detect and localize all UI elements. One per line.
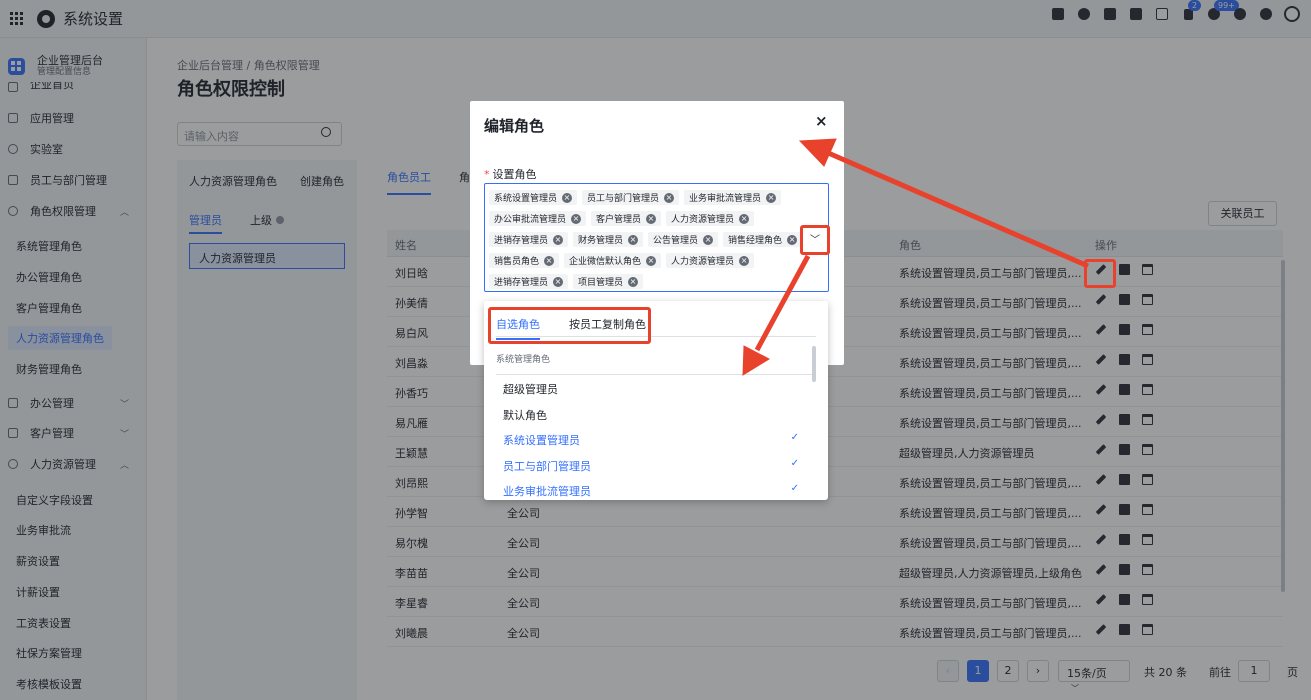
modal-title: 编辑角色 <box>484 117 545 135</box>
role-tag-label: 业务审批流管理员 <box>689 194 762 204</box>
required-mark: * <box>484 168 490 181</box>
option-group-label: 系统管理角色 <box>496 355 551 365</box>
role-tag-label: 进销存管理员 <box>494 236 549 246</box>
remove-tag-icon[interactable]: × <box>703 234 714 245</box>
role-tag-label: 销售员角色 <box>494 257 540 267</box>
role-tag-label: 进销存管理员 <box>494 278 549 288</box>
role-tag: 系统设置管理员 × <box>489 190 578 205</box>
remove-tag-icon[interactable]: × <box>553 276 564 287</box>
role-tag: 办公审批流管理员 × <box>489 211 587 226</box>
check-icon: ✓ <box>790 457 799 469</box>
role-tag-label: 项目管理员 <box>578 278 624 288</box>
remove-tag-icon[interactable]: × <box>739 255 750 266</box>
remove-tag-icon[interactable]: × <box>664 192 675 203</box>
role-tag-label: 公告管理员 <box>653 236 699 246</box>
remove-tag-icon[interactable]: × <box>553 234 564 245</box>
role-tag: 财务管理员 × <box>573 232 644 247</box>
role-tag-label: 系统设置管理员 <box>494 194 558 204</box>
role-tag-label: 员工与部门管理员 <box>587 194 660 204</box>
role-tag-label: 人力资源管理员 <box>671 257 735 267</box>
role-tag: 客户管理员 × <box>591 211 662 226</box>
role-tag: 销售经理角色 × <box>723 232 803 247</box>
role-field-label-text: 设置角色 <box>492 168 537 181</box>
role-option[interactable]: 员工与部门管理员 ✓ <box>503 458 799 474</box>
remove-tag-icon[interactable]: × <box>646 213 657 224</box>
role-tag-label: 客户管理员 <box>596 215 642 225</box>
remove-tag-icon[interactable]: × <box>544 255 555 266</box>
role-tag: 人力资源管理员 × <box>666 211 755 226</box>
role-option[interactable]: 超级管理员 <box>503 381 799 397</box>
role-tag: 员工与部门管理员 × <box>582 190 680 205</box>
role-option-label: 业务审批流管理员 <box>503 485 591 498</box>
role-tag-label: 销售经理角色 <box>728 236 783 246</box>
role-tag: 销售员角色 × <box>489 253 560 268</box>
remove-tag-icon[interactable]: × <box>571 213 582 224</box>
role-tag: 公告管理员 × <box>648 232 719 247</box>
role-field-label: * 设置角色 <box>484 166 537 182</box>
role-tag: 业务审批流管理员 × <box>684 190 782 205</box>
remove-tag-icon[interactable]: × <box>562 192 573 203</box>
highlight-dropdown-tabs <box>488 307 651 344</box>
dropdown-scrollbar[interactable] <box>812 346 816 382</box>
role-option-label: 默认角色 <box>503 408 547 422</box>
role-option-label: 员工与部门管理员 <box>503 459 591 473</box>
remove-tag-icon[interactable]: × <box>646 255 657 266</box>
role-multiselect[interactable]: 系统设置管理员 × 员工与部门管理员 × 业务审批流管理员 × 办公审批流管理员 × 客户管理员… <box>484 183 829 292</box>
remove-tag-icon[interactable]: × <box>787 234 798 245</box>
remove-tag-icon[interactable]: × <box>739 213 750 224</box>
highlight-edit-button <box>1084 259 1116 288</box>
role-option[interactable]: 业务审批流管理员 ✓ <box>503 483 799 499</box>
role-tag-label: 企业微信默认角色 <box>569 257 642 267</box>
check-icon: ✓ <box>790 432 799 443</box>
role-tag: 进销存管理员 × <box>489 232 569 247</box>
role-option-label: 系统设置管理员 <box>503 434 580 447</box>
role-tag: 人力资源管理员 × <box>666 253 755 268</box>
role-option-label: 超级管理员 <box>503 383 558 396</box>
role-tag-label: 人力资源管理员 <box>671 215 735 225</box>
remove-tag-icon[interactable]: × <box>628 234 639 245</box>
role-tag-label: 办公审批流管理员 <box>494 215 567 225</box>
remove-tag-icon[interactable]: × <box>766 192 777 203</box>
remove-tag-icon[interactable]: × <box>628 276 639 287</box>
role-tag: 企业微信默认角色 × <box>564 253 662 268</box>
role-option[interactable]: 系统设置管理员 ✓ <box>503 432 799 448</box>
divider <box>496 374 812 375</box>
role-tag: 进销存管理员 × <box>489 274 569 289</box>
role-option[interactable]: 默认角色 <box>503 407 799 423</box>
highlight-expand-button <box>800 225 830 255</box>
role-tag: 项目管理员 × <box>573 274 644 289</box>
check-icon: ✓ <box>790 483 799 494</box>
close-icon[interactable]: × <box>815 112 828 130</box>
role-tag-label: 财务管理员 <box>578 236 624 246</box>
